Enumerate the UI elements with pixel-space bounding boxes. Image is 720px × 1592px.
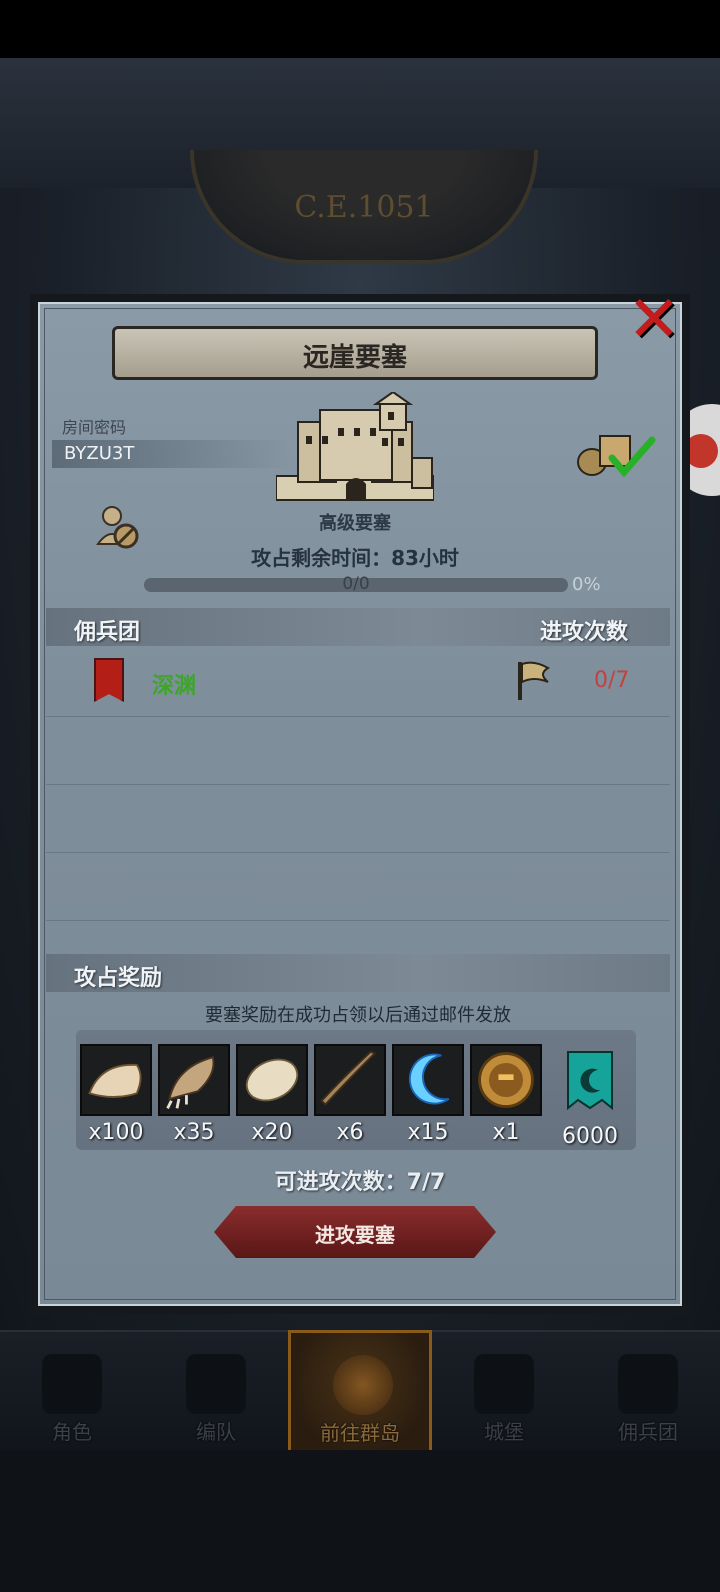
fort-level: 高级要塞 <box>319 513 391 534</box>
nav-item-character[interactable]: 角色 <box>0 1332 144 1452</box>
progress-text: 0/0 <box>342 574 370 594</box>
reward-item[interactable]: x15 <box>392 1044 464 1145</box>
nav-item-mercenary[interactable]: 佣兵团 <box>576 1332 720 1452</box>
knight-medal-icon <box>470 1044 542 1116</box>
reward-count: x35 <box>173 1120 215 1145</box>
row-divider <box>46 784 670 785</box>
reward-item[interactable]: x35 <box>158 1044 230 1145</box>
nav-item-islands[interactable]: 前往群岛 <box>288 1330 432 1458</box>
close-button[interactable]: ✕ <box>626 288 682 352</box>
mercenary-name: 深渊 <box>152 674 197 699</box>
supplies-icon[interactable] <box>576 432 656 478</box>
reward-item[interactable]: x100 <box>80 1044 152 1145</box>
fortress-icon <box>276 392 434 501</box>
reward-count: x20 <box>251 1120 293 1145</box>
row-divider <box>46 852 670 853</box>
mercenary-header: 佣兵团 <box>74 620 141 645</box>
guild-banner-icon <box>567 1051 613 1111</box>
compass-icon <box>333 1355 393 1415</box>
no-player-icon[interactable] <box>96 504 140 550</box>
reward-count: x15 <box>407 1120 449 1145</box>
bottom-area <box>0 1450 720 1592</box>
attack-fortress-button[interactable]: 进攻要塞 <box>214 1206 496 1258</box>
armored-knight-icon <box>186 1354 246 1414</box>
available-attacks: 可进攻次数：7/7 <box>274 1170 446 1195</box>
title-plate: 远崖要塞 <box>112 326 598 380</box>
room-code[interactable]: BYZU3T <box>64 443 134 464</box>
nav-item-formation[interactable]: 编队 <box>144 1332 288 1452</box>
attack-button-label: 进攻要塞 <box>315 1223 395 1247</box>
knight-helmet-icon <box>42 1354 102 1414</box>
reward-note: 要塞奖励在成功占领以后通过邮件发放 <box>205 1005 511 1026</box>
crescent-blade-icon <box>392 1044 464 1116</box>
nav-label: 编队 <box>196 1420 236 1444</box>
nav-item-castle[interactable]: 城堡 <box>432 1332 576 1452</box>
castle-icon <box>474 1354 534 1414</box>
reward-header: 攻占奖励 <box>74 966 163 991</box>
attacks-header: 进攻次数 <box>540 620 629 645</box>
reward-item[interactable]: x6 <box>314 1044 386 1145</box>
nav-label: 前往群岛 <box>320 1421 400 1445</box>
bottom-nav: 角色 编队 前往群岛 城堡 佣兵团 <box>0 1330 720 1458</box>
fur-pelt-icon <box>80 1044 152 1116</box>
close-icon: ✕ <box>627 283 681 357</box>
room-code-label: 房间密码 <box>62 418 127 437</box>
nav-label: 角色 <box>52 1420 92 1444</box>
reward-count: x1 <box>492 1120 520 1145</box>
flag-icon <box>518 661 550 700</box>
claw-icon <box>158 1044 230 1116</box>
nav-label: 城堡 <box>484 1420 524 1444</box>
progress-percent: 0% <box>572 574 601 595</box>
row-divider <box>46 920 670 921</box>
nav-label: 佣兵团 <box>618 1420 678 1444</box>
dialog-title: 远崖要塞 <box>302 343 407 373</box>
era-text: C.E.1051 <box>294 190 434 225</box>
reward-count: 6000 <box>562 1124 618 1149</box>
reward-item[interactable]: x20 <box>236 1044 308 1145</box>
reward-item[interactable]: x1 <box>470 1044 542 1145</box>
reward-count: x6 <box>336 1120 364 1145</box>
hide-icon <box>236 1044 308 1116</box>
row-divider <box>46 716 670 717</box>
horn-icon <box>314 1044 386 1116</box>
tower-icon <box>618 1354 678 1414</box>
reward-item[interactable]: 6000 <box>554 1044 626 1149</box>
reward-count: x100 <box>88 1120 144 1145</box>
status-bar <box>0 0 720 58</box>
remaining-time: 攻占剩余时间：83小时 <box>251 546 459 570</box>
attack-count: 0/7 <box>594 668 630 693</box>
